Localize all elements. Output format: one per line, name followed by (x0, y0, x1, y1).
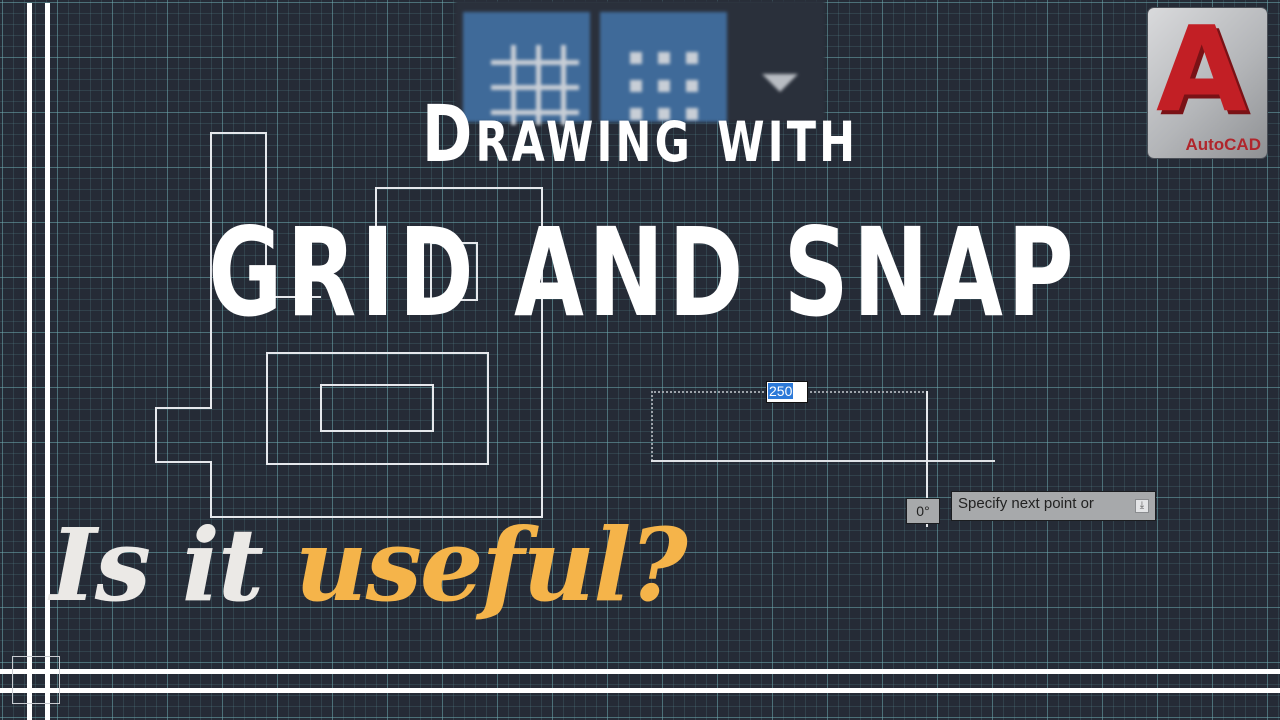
frame-bar-left-1 (27, 3, 32, 720)
subtitle: Is it useful? (50, 510, 688, 620)
prompt-options-icon[interactable]: ⤓ (1135, 499, 1149, 513)
preview-line-dotted-left (651, 391, 653, 461)
dynamic-length-value: 250 (768, 383, 794, 399)
cad-line (375, 187, 542, 189)
cad-rectangle (320, 384, 434, 432)
frame-bar-bottom-2 (0, 688, 1280, 693)
autocad-logo-letter: A (1156, 8, 1248, 138)
command-prompt-text: Specify next point or (958, 495, 1094, 512)
title-line-2: GRID AND SNAP (208, 202, 1078, 344)
cad-line (155, 407, 212, 409)
cad-line (155, 461, 212, 463)
command-prompt-tooltip: Specify next point or ⤓ (951, 491, 1156, 521)
frame-bar-bottom-1 (0, 669, 1280, 674)
subtitle-part-2: useful? (294, 506, 688, 624)
autocad-logo: A AutoCAD (1148, 8, 1267, 158)
angle-readout: 0° (906, 498, 940, 524)
title-line-1: Drawing with (421, 90, 859, 180)
subtitle-part-1: Is it (50, 506, 295, 624)
cad-line (155, 407, 157, 462)
preview-line-bottom (651, 460, 995, 462)
frame-corner-square (12, 656, 60, 704)
dynamic-length-input[interactable]: 250 (766, 381, 808, 403)
autocad-logo-text: AutoCAD (1185, 135, 1261, 154)
